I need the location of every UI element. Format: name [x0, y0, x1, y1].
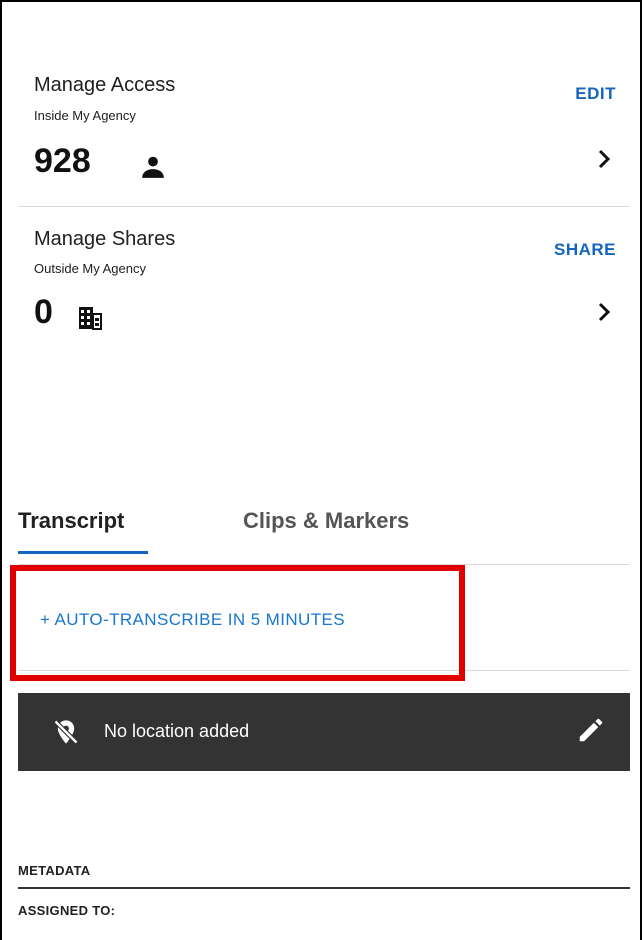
pencil-icon[interactable]	[576, 715, 606, 745]
manage-access-subtitle: Inside My Agency	[34, 108, 136, 123]
building-icon	[78, 305, 102, 331]
location-text: No location added	[104, 721, 250, 741]
assigned-to-label: ASSIGNED TO:	[18, 903, 116, 918]
access-count: 928	[34, 142, 91, 180]
metadata-heading: METADATA	[18, 863, 91, 878]
access-chevron-right-icon[interactable]	[592, 147, 616, 171]
tab-transcript[interactable]: Transcript	[18, 508, 124, 534]
manage-access-card: Manage Access Inside My Agency 928 EDIT	[18, 60, 630, 205]
location-off-icon	[52, 718, 80, 746]
manage-shares-subtitle: Outside My Agency	[34, 261, 146, 276]
divider	[18, 206, 630, 207]
metadata-underline	[18, 887, 630, 889]
manage-access-title: Manage Access	[34, 74, 176, 96]
shares-chevron-right-icon[interactable]	[592, 300, 616, 324]
manage-shares-card: Manage Shares Outside My Agency 0 SHARE	[18, 215, 630, 345]
person-icon	[140, 154, 166, 180]
tab-transcript-indicator	[18, 551, 148, 554]
tab-clips-markers[interactable]: Clips & Markers	[243, 508, 409, 534]
manage-shares-title: Manage Shares	[34, 228, 176, 250]
highlight-box	[10, 565, 465, 681]
shares-count: 0	[34, 293, 53, 331]
edit-access-button[interactable]: EDIT	[575, 84, 616, 104]
location-bar: No location added	[18, 693, 630, 771]
share-button[interactable]: SHARE	[554, 240, 616, 260]
